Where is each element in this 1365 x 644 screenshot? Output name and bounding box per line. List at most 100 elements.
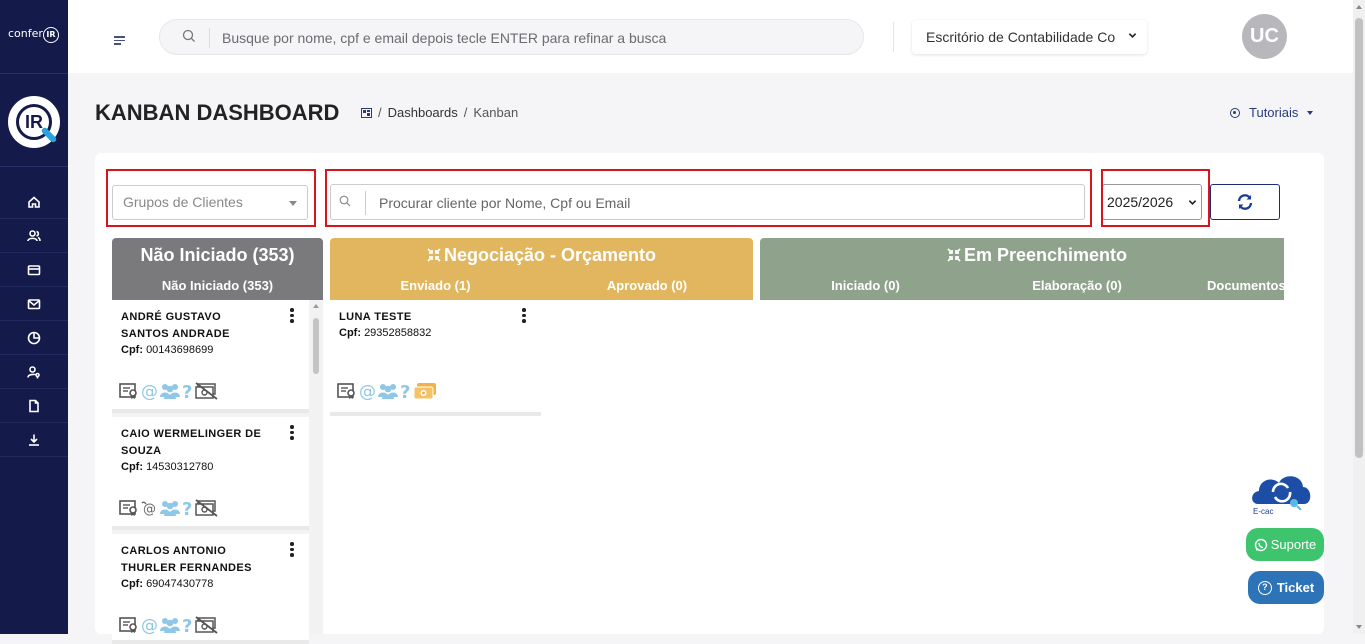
document-icon bbox=[29, 399, 39, 412]
column-header-preenchimento: Em Preenchimento Iniciado (0) Elaboração… bbox=[760, 238, 1284, 300]
card-status-icons bbox=[337, 382, 437, 400]
email-icon[interactable] bbox=[140, 382, 158, 400]
brand-logo-icon[interactable]: IR bbox=[8, 96, 60, 148]
refresh-button[interactable] bbox=[1210, 184, 1280, 220]
user-key-icon bbox=[27, 365, 40, 378]
card-status-icons bbox=[119, 616, 219, 634]
client-name: ANDRÉ GUSTAVO SANTOS ANDRADE bbox=[121, 311, 230, 340]
sidebar: confer IR IR bbox=[0, 0, 68, 634]
client-card[interactable]: CARLOS ANTONIO THURLER FERNANDES Cpf: 69… bbox=[112, 534, 309, 644]
column-title: Em Preenchimento bbox=[963, 245, 1128, 265]
column-title: Negociação - Orçamento bbox=[443, 245, 657, 265]
column-header-nao-iniciado: Não Iniciado (353) Não Iniciado (353) bbox=[112, 238, 323, 300]
menu-toggle-icon[interactable] bbox=[114, 36, 125, 47]
page-scrollbar[interactable] bbox=[1353, 0, 1365, 634]
certificate-icon[interactable] bbox=[119, 499, 139, 517]
column-subtitle[interactable]: Iniciado (0) bbox=[760, 278, 971, 293]
highlight-box bbox=[106, 169, 316, 227]
topbar: Escritório de Contabilidade Co UC bbox=[68, 0, 1353, 73]
card-icon bbox=[27, 264, 41, 275]
question-icon[interactable] bbox=[182, 616, 194, 634]
office-select-value: Escritório de Contabilidade Co bbox=[926, 29, 1116, 45]
column-subtitle[interactable]: Documentos bbox=[1207, 278, 1284, 293]
card-status-icons bbox=[119, 382, 219, 400]
column-subtitle[interactable]: Enviado (1) bbox=[330, 278, 541, 293]
payment-off-icon[interactable] bbox=[195, 382, 219, 400]
collapse-icon[interactable] bbox=[947, 248, 961, 262]
client-cpf: 69047430778 bbox=[146, 578, 214, 590]
card-menu-icon[interactable] bbox=[290, 308, 294, 325]
highlight-box bbox=[1101, 169, 1210, 227]
support-button[interactable]: Suporte bbox=[1246, 528, 1324, 561]
nav-documents[interactable] bbox=[0, 389, 68, 423]
group-icon[interactable] bbox=[159, 499, 181, 517]
column-header-negociacao: Negociação - Orçamento Enviado (1) Aprov… bbox=[330, 238, 753, 300]
certificate-icon[interactable] bbox=[119, 382, 139, 400]
column-title: Não Iniciado (353) bbox=[140, 245, 295, 265]
tutoriais-label: Tutoriais bbox=[1249, 105, 1299, 120]
column-subtitle[interactable]: Aprovado (0) bbox=[541, 278, 753, 293]
email-off-icon[interactable] bbox=[140, 499, 158, 517]
cpf-label: Cpf: bbox=[121, 344, 143, 356]
client-cpf: 29352858832 bbox=[364, 327, 432, 339]
column-subtitle[interactable]: Não Iniciado (353) bbox=[112, 278, 323, 293]
collapse-icon[interactable] bbox=[427, 248, 441, 262]
payment-off-icon[interactable] bbox=[195, 616, 219, 634]
nav-users[interactable] bbox=[0, 219, 68, 253]
tutoriais-dropdown[interactable]: Tutoriais bbox=[1230, 105, 1314, 120]
global-search-input[interactable] bbox=[222, 27, 842, 49]
column-subtitle[interactable]: Elaboração (0) bbox=[971, 278, 1183, 293]
payment-icon[interactable] bbox=[413, 382, 437, 400]
question-icon[interactable] bbox=[400, 382, 412, 400]
card-menu-icon[interactable] bbox=[290, 542, 294, 559]
group-icon[interactable] bbox=[377, 382, 399, 400]
payment-off-icon[interactable] bbox=[195, 499, 219, 517]
client-card[interactable]: LUNA TESTE Cpf: 29352858832 bbox=[330, 300, 541, 416]
question-icon[interactable] bbox=[182, 382, 194, 400]
client-cpf: 14530312780 bbox=[146, 461, 214, 473]
card-menu-icon[interactable] bbox=[290, 425, 294, 442]
breadcrumb-kanban: Kanban bbox=[473, 105, 519, 120]
ticket-button[interactable]: ? Ticket bbox=[1248, 571, 1324, 604]
email-icon[interactable] bbox=[358, 382, 376, 400]
certificate-icon[interactable] bbox=[119, 616, 139, 634]
client-cpf: 00143698699 bbox=[146, 344, 214, 356]
ecac-label: E-cac bbox=[1253, 507, 1274, 516]
user-avatar[interactable]: UC bbox=[1242, 14, 1287, 59]
ticket-label: Ticket bbox=[1276, 580, 1315, 595]
search-icon bbox=[182, 29, 195, 42]
home-icon bbox=[28, 195, 40, 208]
refresh-icon bbox=[1237, 194, 1253, 210]
breadcrumb-dashboards[interactable]: Dashboards bbox=[388, 105, 458, 120]
client-card[interactable]: ANDRÉ GUSTAVO SANTOS ANDRADE Cpf: 001436… bbox=[112, 300, 309, 413]
nav-downloads[interactable] bbox=[0, 423, 68, 457]
whatsapp-icon bbox=[1254, 538, 1267, 551]
help-icon: ? bbox=[1257, 580, 1272, 595]
client-name: LUNA TESTE bbox=[339, 311, 412, 323]
office-select[interactable]: Escritório de Contabilidade Co bbox=[912, 20, 1147, 54]
sidebar-divider bbox=[0, 73, 68, 74]
cpf-label: Cpf: bbox=[339, 327, 361, 339]
global-search[interactable] bbox=[159, 19, 864, 55]
mail-icon bbox=[27, 298, 41, 309]
dashboard-icon[interactable] bbox=[361, 107, 372, 118]
nav-mail[interactable] bbox=[0, 287, 68, 321]
lane-scrollbar[interactable] bbox=[311, 300, 321, 634]
card-status-icons bbox=[119, 499, 219, 517]
client-name: CARLOS ANTONIO THURLER FERNANDES bbox=[121, 545, 252, 574]
nav-home[interactable] bbox=[0, 185, 68, 219]
group-icon[interactable] bbox=[159, 382, 181, 400]
question-icon[interactable] bbox=[182, 499, 194, 517]
support-label: Suporte bbox=[1270, 537, 1317, 552]
ecac-button[interactable]: E-cac bbox=[1250, 470, 1314, 516]
nav-reports[interactable] bbox=[0, 321, 68, 355]
group-icon[interactable] bbox=[159, 616, 181, 634]
certificate-icon[interactable] bbox=[337, 382, 357, 400]
chart-pie-icon bbox=[27, 331, 41, 344]
nav-billing[interactable] bbox=[0, 253, 68, 287]
nav-access[interactable] bbox=[0, 355, 68, 389]
email-icon[interactable] bbox=[140, 616, 158, 634]
client-card[interactable]: CAIO WERMELINGER DE SOUZA Cpf: 145303127… bbox=[112, 417, 309, 530]
client-name: CAIO WERMELINGER DE SOUZA bbox=[121, 428, 262, 457]
card-menu-icon[interactable] bbox=[522, 308, 526, 325]
